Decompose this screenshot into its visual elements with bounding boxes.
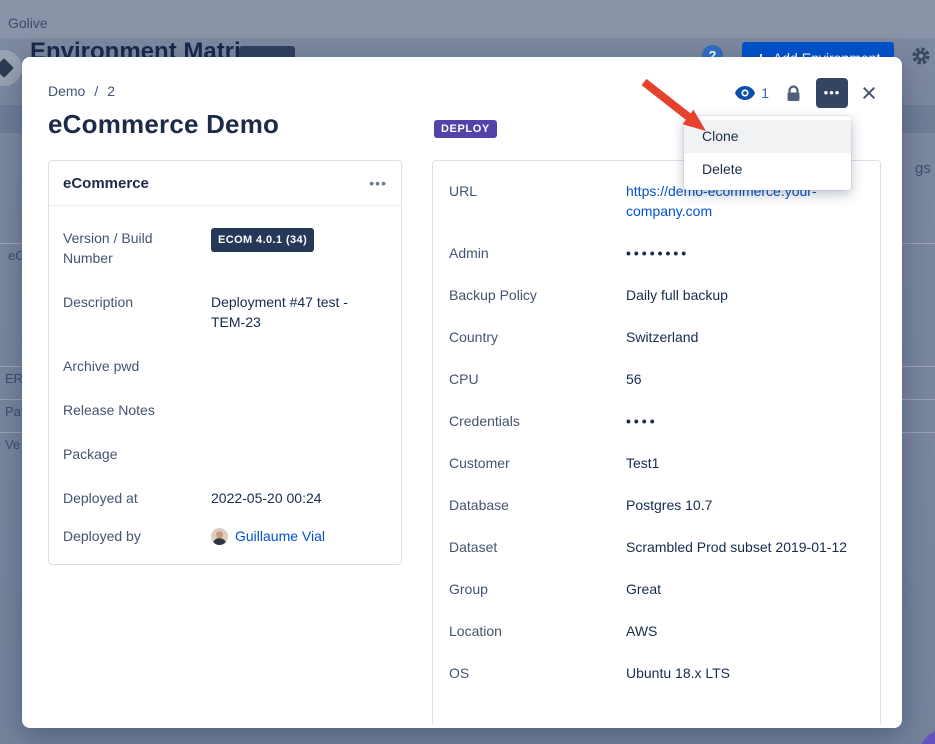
- masked-value: ••••: [626, 411, 864, 431]
- avatar: [211, 528, 228, 545]
- field-row: Location AWS: [449, 621, 864, 641]
- field-label: Description: [63, 292, 211, 332]
- background-partial-text: gs: [915, 160, 931, 177]
- field-row: OS Ubuntu 18.x LTS: [449, 663, 864, 683]
- field-label: CPU: [449, 369, 626, 389]
- breadcrumb: Demo / 2: [48, 83, 115, 99]
- field-row: Release Notes: [63, 400, 387, 420]
- field-label: Credentials: [449, 411, 626, 431]
- application-card: eCommerce ••• Version / Build Number ECO…: [48, 160, 402, 565]
- field-label: Group: [449, 579, 626, 599]
- menu-item-delete[interactable]: Delete: [684, 153, 851, 186]
- version-badge: ECOM 4.0.1 (34): [211, 228, 314, 252]
- field-value: 56: [626, 369, 864, 389]
- field-row: Version / Build Number ECOM 4.0.1 (34): [63, 228, 387, 268]
- field-label: OS: [449, 663, 626, 683]
- field-row: Database Postgres 10.7: [449, 495, 864, 515]
- attributes-card: URL https://demo-ecommerce.your-company.…: [432, 160, 881, 725]
- modal-actions: 1 ••• ×: [735, 78, 881, 108]
- field-label: Deployed at: [63, 488, 211, 508]
- field-value: Switzerland: [626, 327, 864, 347]
- field-row: Deployed at 2022-05-20 00:24: [63, 488, 387, 508]
- background-row-label: ER: [5, 371, 23, 386]
- field-row: Country Switzerland: [449, 327, 864, 347]
- field-row: Group Great: [449, 579, 864, 599]
- application-card-body: Version / Build Number ECOM 4.0.1 (34) D…: [49, 206, 401, 546]
- breadcrumb-project[interactable]: Demo: [48, 83, 85, 99]
- more-actions-button[interactable]: •••: [816, 78, 848, 108]
- application-name: eCommerce: [63, 175, 149, 192]
- field-row: Customer Test1: [449, 453, 864, 473]
- floating-help-widget[interactable]: [918, 728, 935, 744]
- annotation-arrow: [636, 77, 718, 139]
- masked-value: ••••••••: [626, 243, 864, 263]
- field-label: Database: [449, 495, 626, 515]
- field-row: Admin ••••••••: [449, 243, 864, 263]
- app-icon-glyph: [0, 58, 14, 78]
- field-label: Package: [63, 444, 211, 464]
- close-icon[interactable]: ×: [857, 78, 881, 108]
- field-row: Credentials ••••: [449, 411, 864, 431]
- field-label: Dataset: [449, 537, 626, 557]
- field-value: 2022-05-20 00:24: [211, 488, 361, 508]
- watchers[interactable]: 1: [735, 85, 769, 101]
- field-value: Postgres 10.7: [626, 495, 864, 515]
- field-value: [211, 444, 361, 464]
- field-label: Backup Policy: [449, 285, 626, 305]
- field-value: Great: [626, 579, 864, 599]
- field-row: Archive pwd: [63, 356, 387, 376]
- attributes-card-body: URL https://demo-ecommerce.your-company.…: [433, 161, 880, 683]
- field-row: Dataset Scrambled Prod subset 2019-01-12: [449, 537, 864, 557]
- field-value: Daily full backup: [626, 285, 864, 305]
- field-label: Deployed by: [63, 526, 211, 546]
- eye-icon: [735, 86, 755, 100]
- field-value: Ubuntu 18.x LTS: [626, 663, 864, 683]
- field-value: Test1: [626, 453, 864, 473]
- field-row: Backup Policy Daily full backup: [449, 285, 864, 305]
- breadcrumb-separator: /: [94, 83, 98, 99]
- field-row: Package: [63, 444, 387, 464]
- environment-details-modal: Demo / 2 1 ••• × eCommerce D: [22, 57, 902, 728]
- field-value: [211, 356, 361, 376]
- field-label: Country: [449, 327, 626, 347]
- card-more-icon[interactable]: •••: [369, 175, 387, 191]
- status-badge: DEPLOY: [434, 120, 497, 138]
- field-value: [211, 400, 361, 420]
- field-value: Deployment #47 test - TEM-23: [211, 292, 361, 332]
- page: Golive Environment Matrix ? + Add Enviro…: [0, 0, 935, 744]
- field-label: Location: [449, 621, 626, 641]
- field-label: Release Notes: [63, 400, 211, 420]
- app-breadcrumb-golive: Golive: [8, 15, 48, 31]
- application-card-header: eCommerce •••: [49, 161, 401, 206]
- gear-icon[interactable]: [911, 46, 931, 66]
- golive-app-icon: [0, 50, 22, 86]
- field-label: Admin: [449, 243, 626, 263]
- field-label: Version / Build Number: [63, 228, 211, 268]
- field-row: Deployed by Guillaume Vial: [63, 526, 387, 546]
- field-row: Description Deployment #47 test - TEM-23: [63, 292, 387, 332]
- deployed-by-user-link[interactable]: Guillaume Vial: [235, 526, 325, 546]
- field-label: Customer: [449, 453, 626, 473]
- field-row: CPU 56: [449, 369, 864, 389]
- field-label: Archive pwd: [63, 356, 211, 376]
- field-value: Scrambled Prod subset 2019-01-12: [626, 537, 864, 557]
- watchers-count: 1: [761, 85, 769, 101]
- lock-icon: [786, 85, 801, 102]
- field-label: URL: [449, 181, 626, 221]
- background-row-label: Ve: [5, 437, 20, 452]
- field-value: AWS: [626, 621, 864, 641]
- environment-title: eCommerce Demo: [48, 109, 279, 140]
- lock-button[interactable]: [786, 85, 801, 102]
- breadcrumb-count: 2: [107, 83, 115, 99]
